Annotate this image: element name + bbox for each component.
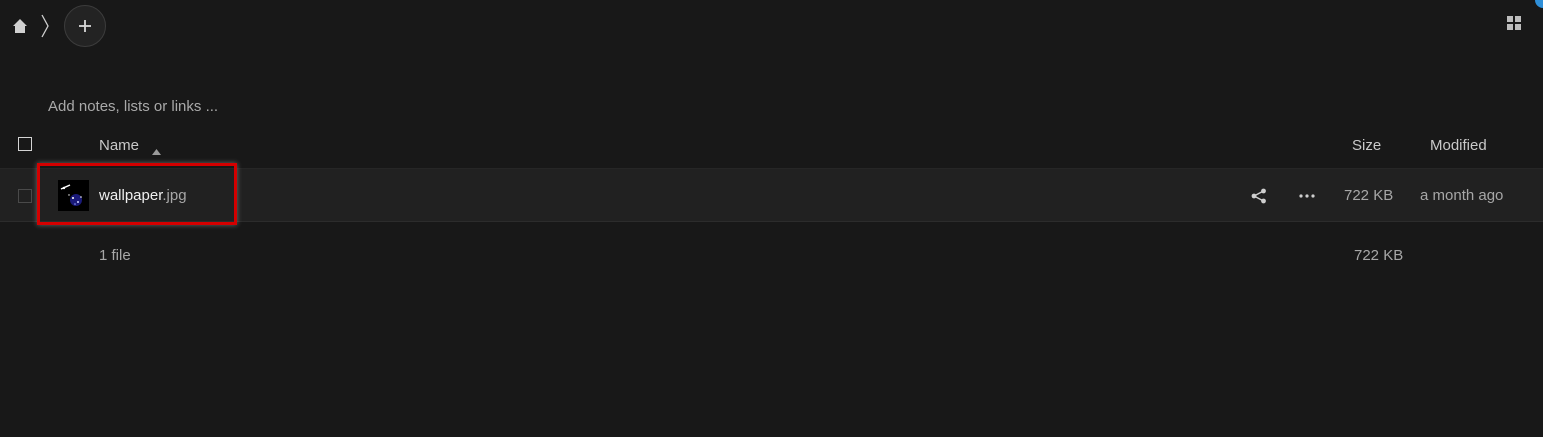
chevron-right-icon [40, 13, 50, 39]
select-all-checkbox[interactable] [18, 137, 32, 151]
notes-input[interactable]: Add notes, lists or links ... [48, 98, 218, 115]
share-icon[interactable] [1251, 188, 1267, 204]
column-header-name[interactable]: Name [99, 137, 139, 154]
home-icon[interactable] [12, 18, 28, 34]
file-size: 722 KB [1344, 187, 1394, 204]
column-header-modified[interactable]: Modified [1430, 137, 1487, 154]
files-app: Add notes, lists or links ... Name Size … [0, 0, 1543, 437]
summary-file-count: 1 file [99, 247, 131, 264]
file-modified: a month ago [1420, 187, 1504, 204]
grid-view-icon[interactable] [1507, 16, 1521, 30]
file-list-header: Name Size Modified [0, 128, 1543, 166]
corner-accent [1535, 0, 1543, 8]
plus-icon [79, 20, 91, 32]
more-actions-icon[interactable] [1298, 189, 1316, 203]
sort-ascending-icon [152, 142, 161, 160]
highlight-annotation [37, 163, 237, 225]
file-checkbox[interactable] [18, 189, 32, 203]
column-header-size[interactable]: Size [1352, 137, 1381, 154]
summary-total-size: 722 KB [1354, 247, 1404, 264]
new-button[interactable] [64, 5, 106, 47]
